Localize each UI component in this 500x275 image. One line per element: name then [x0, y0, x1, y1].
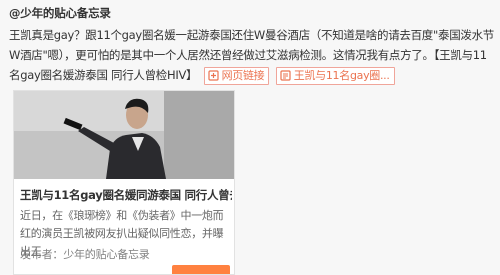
view-article-button[interactable] — [172, 265, 230, 274]
article-link-chip[interactable]: 王凯与11名gay圈... — [275, 66, 395, 85]
web-link-chip[interactable]: 网页链接 — [203, 66, 270, 85]
article-card[interactable]: 王凯与11名gay圈名媛同游泰国 同行人曾去... 近日，在《琅琊榜》和《伪装者… — [13, 90, 235, 275]
article-title[interactable]: 王凯与11名gay圈名媛同游泰国 同行人曾去... — [20, 187, 232, 203]
post-body: 王凯真是gay？跟11个gay圈名媛一起游泰国还住W曼谷酒店（不知道是啥的请去百… — [9, 25, 494, 85]
author-name[interactable]: @少年的贴心备忘录 — [9, 5, 111, 21]
article-icon — [280, 70, 291, 81]
article-photo — [14, 91, 234, 179]
article-publisher: 发布者：少年的贴心备忘录 — [20, 248, 150, 261]
web-link-label: 网页链接 — [221, 68, 265, 82]
article-photo-image — [14, 91, 234, 179]
article-link-label: 王凯与11名gay圈... — [293, 68, 390, 82]
link-icon — [207, 70, 219, 81]
